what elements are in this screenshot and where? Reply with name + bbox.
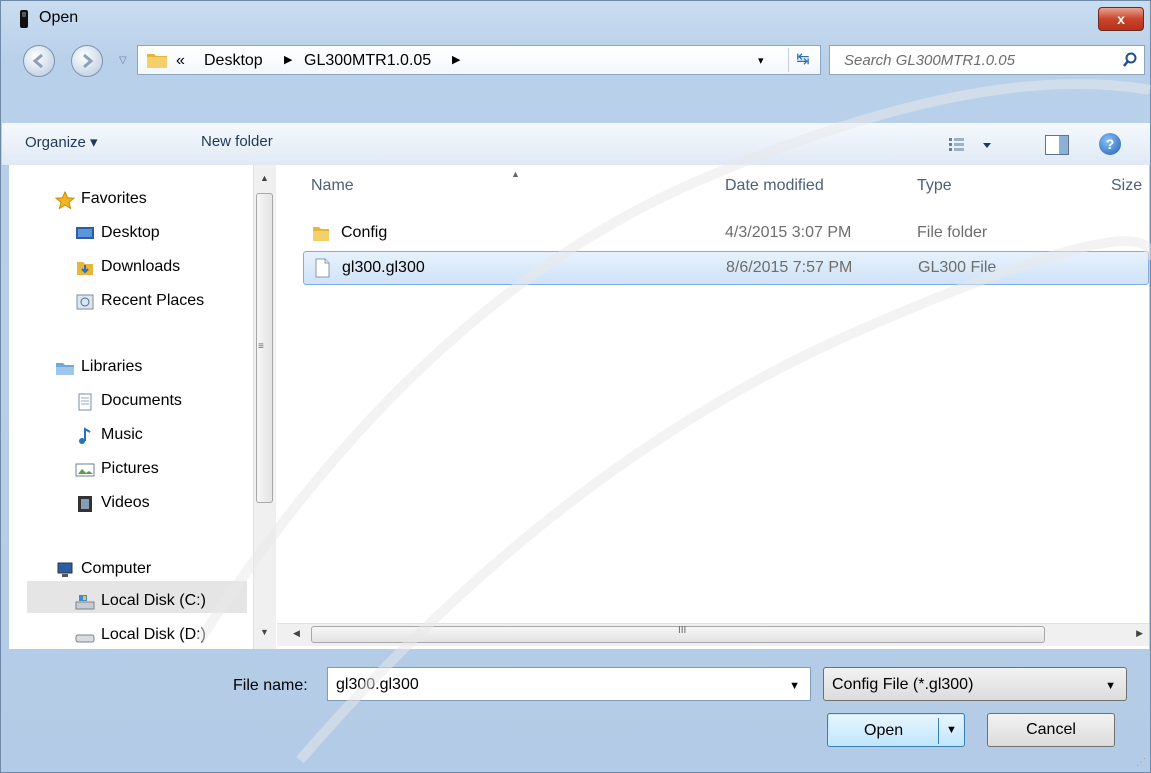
breadcrumb-arrow-icon[interactable]: ▶: [284, 53, 292, 66]
chevron-down-icon[interactable]: ▼: [789, 680, 800, 692]
help-icon[interactable]: ?: [1099, 133, 1121, 155]
preview-pane-icon[interactable]: [1045, 135, 1069, 155]
column-header-size[interactable]: Size: [1111, 177, 1142, 195]
file-list[interactable]: ▲ Name Date modified Type Size Config 4/…: [277, 165, 1149, 649]
open-options-icon[interactable]: ▼: [946, 724, 957, 736]
file-row-gl300[interactable]: gl300.gl300 8/6/2015 7:57 PM GL300 File: [303, 251, 1149, 285]
address-dropdown-icon[interactable]: ▾: [758, 54, 764, 67]
breadcrumb-desktop[interactable]: Desktop: [204, 52, 263, 70]
resize-grip-icon[interactable]: ⋰: [1136, 757, 1146, 768]
recent-places-icon: [76, 294, 94, 310]
recent-locations-dropdown[interactable]: ▽: [119, 55, 127, 66]
file-name-field[interactable]: gl300.gl300 ▼: [327, 667, 811, 701]
breadcrumb-arrow-icon[interactable]: ▶: [452, 53, 460, 66]
scroll-down-icon[interactable]: ▼: [260, 627, 269, 637]
file-icon: [315, 258, 330, 278]
chevron-down-icon[interactable]: ▼: [1105, 680, 1116, 692]
file-name-label: File name:: [233, 677, 308, 694]
forward-arrow-icon: [83, 53, 94, 69]
file-name-value: gl300.gl300: [336, 676, 419, 693]
search-icon[interactable]: [1122, 52, 1138, 68]
refresh-icon[interactable]: ↹: [788, 48, 817, 72]
pictures-icon: [75, 463, 95, 477]
column-header-date-modified[interactable]: Date modified: [725, 177, 824, 195]
forward-button[interactable]: [71, 45, 103, 77]
split-divider: [938, 718, 939, 744]
scroll-grip-icon: ≡: [258, 341, 264, 352]
scroll-right-icon[interactable]: ▶: [1136, 628, 1143, 639]
new-folder-button[interactable]: New folder: [201, 133, 273, 150]
scroll-up-icon[interactable]: ▲: [260, 173, 269, 183]
sidebar-scrollbar[interactable]: ▲ ≡ ▼: [253, 165, 276, 649]
file-name: gl300.gl300: [342, 259, 425, 276]
address-bar[interactable]: « Desktop ▶ GL300MTR1.0.05 ▶ ▾ ↹: [137, 45, 821, 75]
search-input[interactable]: Search GL300MTR1.0.05: [829, 45, 1145, 75]
organize-menu[interactable]: Organize ▾: [25, 133, 98, 151]
file-row-config[interactable]: Config 4/3/2015 3:07 PM File folder: [303, 217, 1149, 251]
computer-icon: [57, 562, 73, 577]
cancel-button[interactable]: Cancel: [987, 713, 1115, 747]
app-icon: [20, 10, 28, 28]
sort-ascending-icon: ▲: [511, 169, 520, 179]
back-button[interactable]: [23, 45, 55, 77]
downloads-icon: [77, 262, 93, 275]
file-type: File folder: [917, 224, 988, 241]
file-type: GL300 File: [918, 259, 997, 276]
column-header-type[interactable]: Type: [917, 177, 952, 195]
desktop-icon: [76, 227, 94, 239]
navigation-pane[interactable]: Favorites Desktop Downloads Recent Place…: [9, 165, 277, 649]
open-button[interactable]: Open ▼: [827, 713, 965, 747]
folder-icon: [313, 227, 329, 241]
documents-icon: [78, 393, 92, 411]
scroll-grip-icon: III: [678, 625, 687, 636]
file-list-scroll-thumb[interactable]: III: [311, 625, 1045, 643]
file-list-scrollbar[interactable]: ◀ III ▶: [277, 623, 1149, 646]
videos-icon: [78, 496, 92, 512]
window-title: Open: [39, 9, 79, 26]
change-view-icon[interactable]: [947, 135, 1001, 155]
scroll-left-icon[interactable]: ◀: [293, 628, 300, 639]
close-button[interactable]: x: [1098, 7, 1144, 31]
drive-icon: [75, 595, 95, 610]
breadcrumb-gl300mtr[interactable]: GL300MTR1.0.05: [304, 52, 431, 70]
file-date: 8/6/2015 7:57 PM: [726, 259, 853, 276]
back-arrow-icon: [32, 53, 43, 69]
drive-icon: [75, 634, 95, 643]
title-bar[interactable]: Open x: [1, 1, 1150, 37]
breadcrumb-overflow[interactable]: «: [176, 52, 185, 70]
file-type-value: Config File (*.gl300): [832, 676, 974, 693]
column-header-name[interactable]: Name: [311, 177, 354, 195]
open-dialog: Open x ▽ « Desktop ▶ GL300MTR1.0.05 ▶ ▾ …: [0, 0, 1151, 773]
star-icon: [55, 191, 75, 209]
open-button-label: Open: [864, 722, 904, 739]
file-date: 4/3/2015 3:07 PM: [725, 224, 852, 241]
file-name: Config: [341, 224, 388, 241]
browser-area: Favorites Desktop Downloads Recent Place…: [9, 165, 1149, 649]
search-placeholder: Search GL300MTR1.0.05: [844, 52, 1015, 69]
file-type-select[interactable]: Config File (*.gl300) ▼: [823, 667, 1127, 701]
libraries-icon: [56, 363, 74, 375]
folder-icon: [147, 54, 167, 68]
music-icon: [79, 427, 91, 444]
